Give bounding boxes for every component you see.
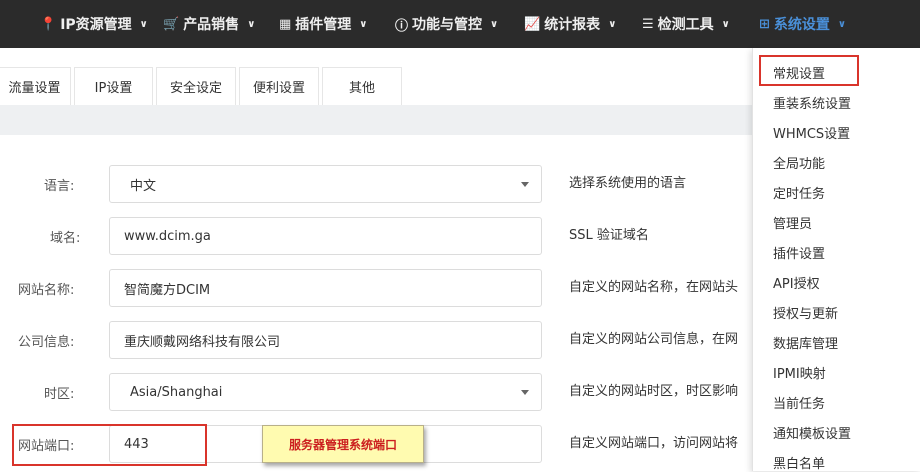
chevron-down-icon: ∨ <box>359 18 368 30</box>
site-name-input[interactable]: 智简魔方DCIM <box>109 269 542 307</box>
grid-icon: ▦ <box>279 16 292 32</box>
domain-input[interactable]: www.dcim.ga <box>109 217 542 255</box>
timezone-help: 自定义的网站时区，时区影响 <box>569 384 739 399</box>
menu-item-current-tasks[interactable]: 当前任务 <box>773 393 825 412</box>
nav-label: 统计报表 <box>544 17 601 33</box>
top-navbar: 📍 IP资源管理 ∨ 🛒 产品销售 ∨ ▦ 插件管理 ∨ ⓘ 功能与管控 ∨ 📈… <box>0 0 920 48</box>
tab-label: 其他 <box>348 81 375 96</box>
chevron-down-icon: ∨ <box>490 18 499 30</box>
tab-ip-settings[interactable]: IP设置 <box>74 67 153 105</box>
company-info-input[interactable]: 重庆顺戴网络科技有限公司 <box>109 321 542 359</box>
language-help: 选择系统使用的语言 <box>569 176 687 191</box>
site-port-help: 自定义网站端口，访问网站将 <box>569 436 739 451</box>
menu-item-black-white-list[interactable]: 黑白名单 <box>773 453 825 472</box>
caret-down-icon <box>521 390 529 395</box>
nav-label: 检测工具 <box>657 17 714 33</box>
tab-other[interactable]: 其他 <box>322 67 402 105</box>
domain-value: www.dcim.ga <box>124 228 211 244</box>
menu-item-plugin-settings[interactable]: 插件设置 <box>773 243 825 262</box>
info-circle-icon: ⓘ <box>395 18 409 34</box>
chevron-down-icon: ∨ <box>608 18 617 30</box>
menu-item-api-auth[interactable]: API授权 <box>773 273 820 292</box>
tab-label: IP设置 <box>94 81 133 96</box>
general-settings-highlight-box <box>759 55 859 86</box>
language-label: 语言: <box>44 179 75 194</box>
nav-label: 产品销售 <box>183 17 240 33</box>
tab-security[interactable]: 安全设定 <box>156 67 236 105</box>
chevron-down-icon: ∨ <box>721 18 730 30</box>
nav-plugin-management[interactable]: ▦ 插件管理 ∨ <box>279 0 367 48</box>
tab-traffic-settings[interactable]: 流量设置 <box>0 67 71 105</box>
nav-label: 系统设置 <box>773 17 830 33</box>
menu-item-scheduled-tasks[interactable]: 定时任务 <box>773 183 825 202</box>
nav-detection-tools[interactable]: ☰ 检测工具 ∨ <box>642 0 730 48</box>
chevron-down-icon: ∨ <box>247 18 256 30</box>
caret-down-icon <box>521 182 529 187</box>
menu-item-license-update[interactable]: 授权与更新 <box>773 303 838 322</box>
language-value: 中文 <box>130 178 157 194</box>
menu-item-reinstall-settings[interactable]: 重装系统设置 <box>773 93 851 112</box>
chevron-down-icon: ∨ <box>139 18 148 30</box>
line-chart-icon: 📈 <box>524 16 541 32</box>
company-info-label: 公司信息: <box>18 335 75 350</box>
nav-label: IP资源管理 <box>60 17 132 33</box>
menu-item-global-functions[interactable]: 全局功能 <box>773 153 825 172</box>
nav-label: 插件管理 <box>295 17 352 33</box>
tab-label: 安全设定 <box>169 81 222 96</box>
tab-content-band <box>0 105 752 135</box>
menu-item-database[interactable]: 数据库管理 <box>773 333 838 352</box>
list-icon: ☰ <box>642 16 654 32</box>
nav-product-sales[interactable]: 🛒 产品销售 ∨ <box>163 0 255 48</box>
language-select[interactable]: 中文 <box>109 165 542 203</box>
company-info-help: 自定义的网站公司信息，在网 <box>569 332 739 347</box>
timezone-label: 时区: <box>44 387 75 402</box>
system-settings-dropdown: 常规设置 重装系统设置 WHMCS设置 全局功能 定时任务 管理员 插件设置 A… <box>752 48 920 472</box>
map-marker-icon: 📍 <box>40 16 57 32</box>
menu-item-ipmi-mapping[interactable]: IPMI映射 <box>773 363 826 382</box>
windows-icon: ⊞ <box>759 16 770 32</box>
port-callout-note: 服务器管理系统端口 <box>262 425 424 463</box>
timezone-select[interactable]: Asia/Shanghai <box>109 373 542 411</box>
tab-label: 流量设置 <box>8 81 61 96</box>
tab-label: 便利设置 <box>252 81 305 96</box>
site-name-help: 自定义的网站名称，在网站头 <box>569 280 739 295</box>
site-name-value: 智简魔方DCIM <box>124 282 211 298</box>
nav-function-control[interactable]: ⓘ 功能与管控 ∨ <box>395 0 498 48</box>
menu-item-administrators[interactable]: 管理员 <box>773 213 812 232</box>
site-name-label: 网站名称: <box>18 283 75 298</box>
port-highlight-box <box>12 424 207 466</box>
nav-system-settings[interactable]: ⊞ 系统设置 ∨ <box>759 0 846 48</box>
menu-item-whmcs-settings[interactable]: WHMCS设置 <box>773 123 850 142</box>
nav-statistics[interactable]: 📈 统计报表 ∨ <box>524 0 616 48</box>
timezone-value: Asia/Shanghai <box>130 384 223 400</box>
chevron-down-icon: ∨ <box>837 18 847 30</box>
nav-ip-resource[interactable]: 📍 IP资源管理 ∨ <box>40 0 148 48</box>
domain-label: 域名: <box>50 231 81 246</box>
tab-convenience[interactable]: 便利设置 <box>239 67 319 105</box>
domain-help: SSL 验证域名 <box>569 228 649 243</box>
nav-label: 功能与管控 <box>412 17 483 33</box>
cart-icon: 🛒 <box>163 16 180 32</box>
menu-item-notification-templates[interactable]: 通知模板设置 <box>773 423 851 442</box>
company-info-value: 重庆顺戴网络科技有限公司 <box>124 334 281 350</box>
